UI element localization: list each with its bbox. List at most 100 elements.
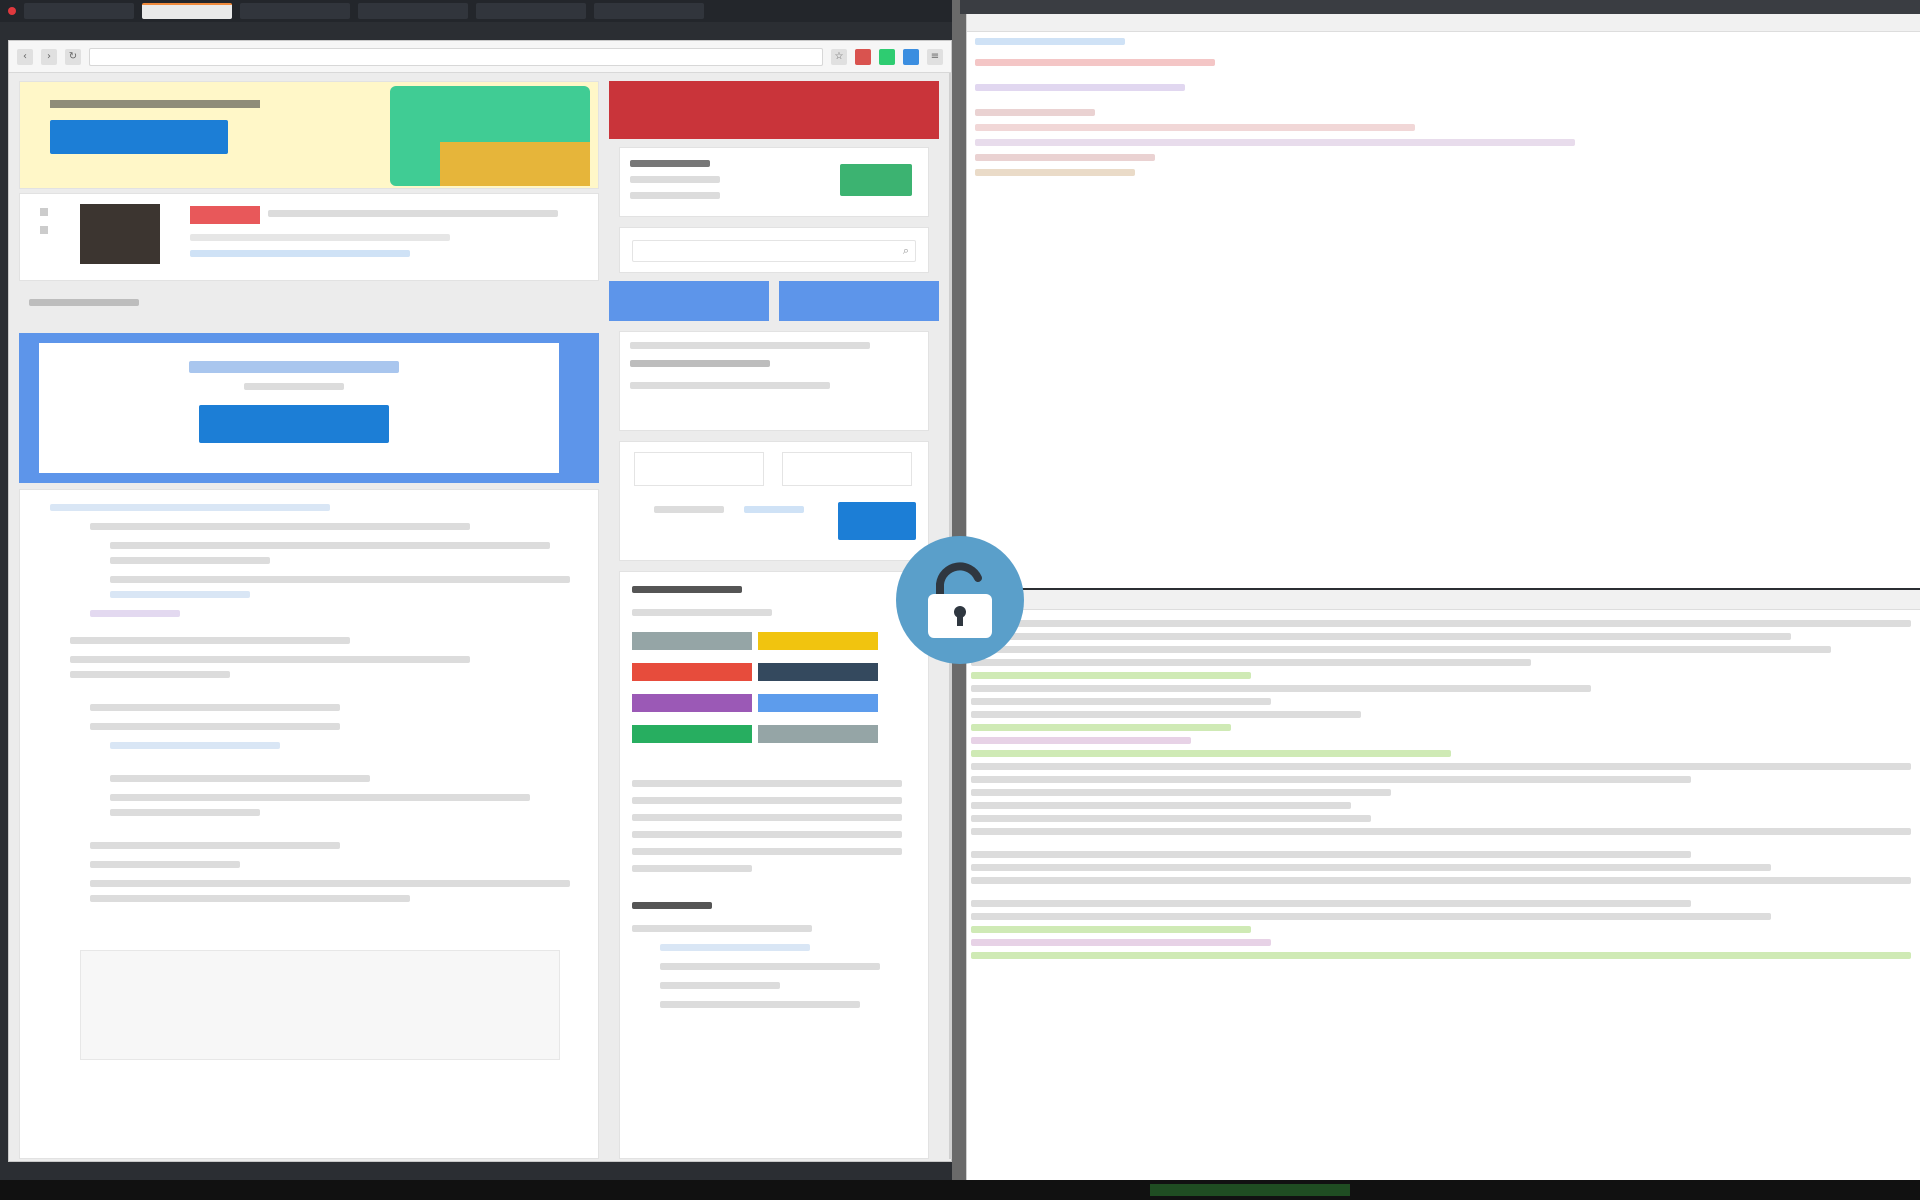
follow-button[interactable] — [840, 164, 912, 196]
browser-navbar: ‹ › ↻ ☆ ≡ — [9, 41, 951, 73]
comment-line — [90, 895, 410, 902]
menu-icon[interactable]: ≡ — [927, 48, 943, 65]
terminal-window — [966, 590, 1920, 1180]
unlock-icon — [928, 562, 992, 638]
taskbar-item[interactable] — [240, 3, 350, 19]
comment-line — [90, 704, 340, 711]
taskbar-item[interactable] — [358, 3, 468, 19]
star-icon[interactable]: ☆ — [831, 48, 847, 65]
comment-line — [50, 504, 330, 511]
login-field[interactable] — [630, 360, 770, 367]
video-link[interactable] — [190, 250, 410, 257]
tags-text — [632, 831, 902, 838]
list-item[interactable] — [660, 982, 780, 989]
terminal-title — [967, 590, 1920, 610]
tag-swatch[interactable] — [758, 694, 878, 712]
comment-line — [110, 775, 370, 782]
login-field[interactable] — [630, 382, 830, 389]
login-card — [619, 331, 929, 431]
comment-line — [70, 671, 230, 678]
tag-swatch[interactable] — [632, 694, 752, 712]
comment-line — [110, 794, 530, 801]
editor-title — [967, 14, 1920, 32]
forward-icon[interactable]: › — [41, 48, 57, 65]
search-input[interactable]: ⌕ — [632, 240, 916, 262]
tag-swatch[interactable] — [632, 632, 752, 650]
list-item[interactable] — [660, 1001, 860, 1008]
tag-swatch[interactable] — [758, 663, 878, 681]
reload-icon[interactable]: ↻ — [65, 48, 81, 65]
form-input[interactable] — [782, 452, 912, 486]
video-thumbnail[interactable] — [80, 204, 160, 264]
video-item[interactable] — [19, 193, 599, 281]
promo-button[interactable] — [199, 405, 389, 443]
terminal-output[interactable] — [967, 610, 1920, 965]
comment-line — [70, 656, 470, 663]
code-block — [80, 950, 560, 1060]
sidebar-banner[interactable] — [609, 81, 939, 139]
comment-line — [90, 723, 340, 730]
search-box: ⌕ — [619, 227, 929, 273]
list-item[interactable] — [632, 925, 812, 932]
form-label — [654, 506, 724, 513]
browser-window: ‹ › ↻ ☆ ≡ ⌕ — [8, 40, 953, 1162]
tags-card — [619, 571, 929, 1159]
url-input[interactable] — [89, 47, 823, 66]
profile-meta — [630, 176, 720, 183]
comment-line — [70, 637, 350, 644]
tag-swatches — [632, 632, 916, 756]
sidebar-button-left[interactable] — [609, 281, 769, 321]
form-input[interactable] — [634, 452, 764, 486]
search-icon[interactable]: ⌕ — [903, 244, 909, 258]
app-dot-icon[interactable] — [8, 7, 16, 15]
cpu-graph — [1150, 1184, 1350, 1196]
extension-icon[interactable] — [855, 48, 871, 65]
ad-illustration-coins — [440, 142, 590, 186]
taskbar-item[interactable] — [594, 3, 704, 19]
vote-down-icon[interactable] — [40, 226, 48, 234]
tags-text — [632, 848, 902, 855]
list-item[interactable] — [660, 963, 880, 970]
section-title — [29, 299, 139, 306]
editor-code[interactable] — [967, 51, 1920, 176]
taskbar — [0, 0, 960, 22]
ad-cta-button[interactable] — [50, 120, 228, 154]
back-icon[interactable]: ‹ — [17, 48, 33, 65]
lock-overlay[interactable] — [896, 536, 1024, 664]
taskbar-item-active[interactable] — [142, 3, 232, 19]
list-heading — [632, 902, 712, 909]
login-button[interactable] — [838, 502, 916, 540]
tag-swatch[interactable] — [758, 632, 878, 650]
promo-inner — [39, 343, 559, 473]
vote-up-icon[interactable] — [40, 208, 48, 216]
comment-line — [90, 523, 470, 530]
bottom-statusbar — [0, 1180, 1920, 1200]
profile-meta — [630, 192, 720, 199]
login-label — [630, 342, 870, 349]
list-item[interactable] — [660, 944, 810, 951]
comment-link[interactable] — [110, 591, 250, 598]
profile-name[interactable] — [630, 160, 710, 167]
extension-icon[interactable] — [903, 48, 919, 65]
comment-line — [90, 880, 570, 887]
tag-swatch[interactable] — [632, 725, 752, 743]
sidebar-button-right[interactable] — [779, 281, 939, 321]
comment-line — [110, 542, 550, 549]
video-title[interactable] — [268, 210, 558, 217]
comment-link[interactable] — [90, 610, 180, 617]
sidebar: ⌕ — [609, 81, 939, 1159]
tag-swatch[interactable] — [758, 725, 878, 743]
ad-banner[interactable] — [19, 81, 599, 189]
tag-swatch[interactable] — [632, 663, 752, 681]
editor-path[interactable] — [975, 38, 1125, 45]
taskbar-item[interactable] — [24, 3, 134, 19]
comment-link[interactable] — [110, 742, 280, 749]
main-column — [19, 81, 599, 1159]
form-link[interactable] — [744, 506, 804, 513]
editor-window — [966, 14, 1920, 588]
tags-text — [632, 865, 752, 872]
taskbar-item[interactable] — [476, 3, 586, 19]
extension-icon[interactable] — [879, 48, 895, 65]
promo-subtitle — [244, 383, 344, 390]
comment-line — [110, 576, 570, 583]
